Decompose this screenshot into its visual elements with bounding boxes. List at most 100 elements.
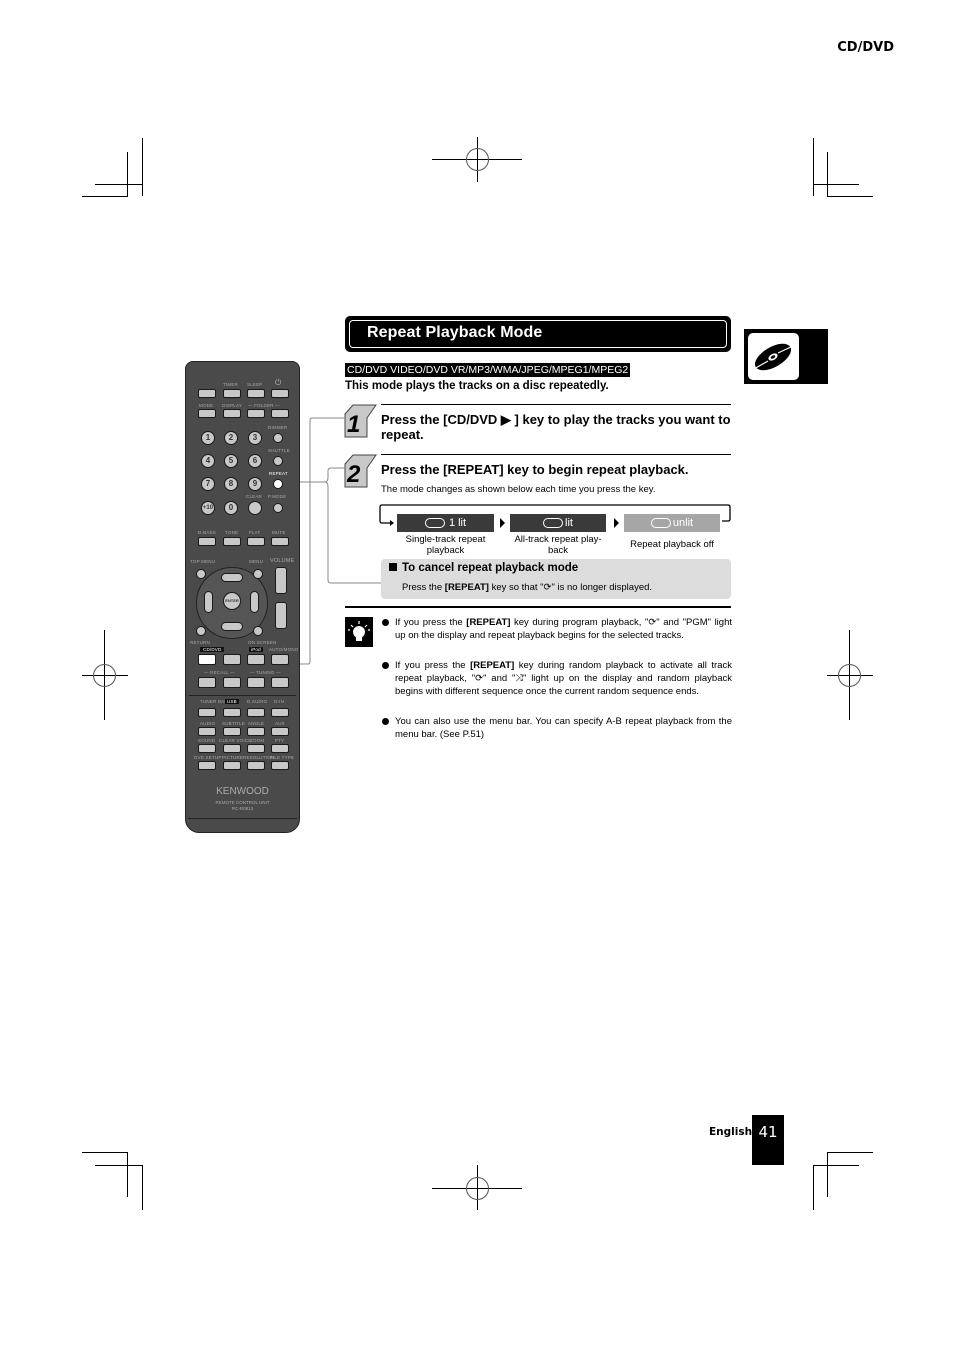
note-3: You can also use the menu bar. You can s…	[395, 716, 732, 740]
left-button[interactable]	[204, 591, 213, 613]
shuttle-button[interactable]	[273, 456, 283, 466]
section-label: CD/DVD	[837, 40, 894, 55]
down-button[interactable]	[221, 622, 243, 631]
mute-button[interactable]	[271, 537, 289, 546]
page-title-banner: Repeat Playback Mode	[345, 316, 731, 352]
page-number: 41	[752, 1115, 784, 1165]
step-2-subtext: The mode changes as shown below each tim…	[381, 484, 656, 495]
tuning-down-button[interactable]	[247, 677, 265, 688]
digit-6-button[interactable]: 6	[248, 454, 262, 468]
remote-model-line1: REMOTE CONTROL UNIT	[215, 800, 270, 805]
subtitle-button[interactable]	[223, 727, 241, 736]
note-bullet	[382, 662, 389, 669]
tuner-band-button[interactable]	[198, 708, 216, 717]
cd-dvd-play-button[interactable]	[198, 654, 216, 665]
folder-prev-button[interactable]	[247, 409, 265, 418]
sound-button[interactable]	[198, 744, 216, 753]
remote-control: TIMER SLEEP ⏻ MODE DISPLAY — FOLDER — DI…	[185, 361, 300, 833]
repeat-icon	[424, 518, 445, 529]
mode-arrow-1	[500, 518, 505, 528]
sleep-button[interactable]	[247, 389, 265, 398]
note-1: If you press the [REPEAT] key during pro…	[395, 617, 732, 641]
repeat-button[interactable]	[273, 479, 283, 489]
file-type-button[interactable]	[271, 761, 289, 770]
tone-button[interactable]	[223, 537, 241, 546]
ipod-stop-button[interactable]	[271, 654, 289, 665]
digit-2-button[interactable]: 2	[224, 431, 238, 445]
mode-arrow-2	[614, 518, 619, 528]
timer-button[interactable]	[223, 389, 241, 398]
digit-3-button[interactable]: 3	[248, 431, 262, 445]
angle-button[interactable]	[247, 727, 265, 736]
audio-button[interactable]	[198, 727, 216, 736]
mode-button[interactable]	[198, 409, 216, 418]
step-1-rule	[381, 404, 731, 405]
aux-button[interactable]	[271, 727, 289, 736]
dimmer-button[interactable]	[273, 433, 283, 443]
mode-caption-off: Repeat playback off	[630, 539, 714, 550]
previous-button[interactable]	[198, 677, 216, 688]
next-button[interactable]	[223, 677, 241, 688]
d-audio-button[interactable]	[247, 708, 265, 717]
zoom-button[interactable]	[247, 744, 265, 753]
digit-5-button[interactable]: 5	[224, 454, 238, 468]
digit-1-button[interactable]: 1	[201, 431, 215, 445]
dbass-button[interactable]	[198, 537, 216, 546]
right-button[interactable]	[250, 591, 259, 613]
on-screen-button[interactable]	[253, 626, 263, 636]
digit-8-button[interactable]: 8	[224, 477, 238, 491]
digit-7-button[interactable]: 7	[201, 477, 215, 491]
formats-label: CD/DVD VIDEO/DVD VR/MP3/WMA/JPEG/MPEG1/M…	[345, 363, 631, 377]
resolution-button[interactable]	[247, 761, 265, 770]
mode-caption-all: All-track repeat play-back	[514, 534, 602, 556]
clear-voice-button[interactable]	[223, 744, 241, 753]
volume-down-button[interactable]	[275, 602, 287, 629]
footer-band	[0, 105, 700, 155]
digit-0-button[interactable]: 0	[224, 501, 238, 515]
repeat-icon	[650, 518, 671, 529]
return-button[interactable]	[196, 626, 206, 636]
step-1-text: Press the [CD/DVD ▶ ] key to play the tr…	[381, 412, 731, 442]
dvd-setup-button[interactable]	[198, 761, 216, 770]
cancel-info-box: To cancel repeat playback mode Press the…	[381, 559, 731, 599]
menu-button[interactable]	[253, 569, 263, 579]
note-bullet	[382, 619, 389, 626]
header-band: CD/DVD	[0, 0, 894, 105]
d-in-button[interactable]	[271, 708, 289, 717]
tuning-up-button[interactable]	[271, 677, 289, 688]
flat-button[interactable]	[247, 537, 265, 546]
digit-9-button[interactable]: 9	[248, 477, 262, 491]
digit-4-button[interactable]: 4	[201, 454, 215, 468]
usb-button[interactable]	[223, 708, 241, 717]
intro-text: This mode plays the tracks on a disc rep…	[345, 380, 609, 392]
cancel-title: To cancel repeat playback mode	[389, 562, 578, 574]
cancel-text: Press the [REPEAT] key so that "⟳" is no…	[402, 582, 653, 593]
remote-brand: KENWOOD	[216, 786, 269, 797]
disc-icon	[753, 343, 794, 371]
note-2: If you press the [REPEAT] key during ran…	[395, 660, 733, 697]
enter-button[interactable]: ENTER	[223, 592, 241, 610]
pty-button[interactable]	[271, 744, 289, 753]
up-button[interactable]	[221, 573, 243, 582]
top-menu-button[interactable]	[196, 569, 206, 579]
ipod-play-pause-button[interactable]	[247, 654, 265, 665]
display-button[interactable]	[223, 409, 241, 418]
eject-button[interactable]	[198, 389, 216, 398]
mode-single-track: 1 lit	[397, 514, 494, 532]
power-button[interactable]	[271, 389, 289, 398]
plus10-button[interactable]: +10	[201, 501, 215, 515]
cd-dvd-stop-button[interactable]	[223, 654, 241, 665]
volume-up-button[interactable]	[275, 567, 287, 594]
note-bullet	[382, 718, 389, 725]
picture-button[interactable]	[223, 761, 241, 770]
power-icon: ⏻	[275, 378, 282, 387]
page-title: Repeat Playback Mode	[367, 324, 543, 341]
step-2-text: Press the [REPEAT] key to begin repeat p…	[381, 462, 689, 477]
step-2-rule	[381, 454, 731, 455]
repeat-icon	[543, 518, 564, 529]
clear-button[interactable]	[248, 501, 262, 515]
folder-next-button[interactable]	[271, 409, 289, 418]
pmode-button[interactable]	[273, 503, 283, 513]
lightbulb-icon	[345, 617, 373, 647]
notes-divider	[345, 606, 731, 608]
